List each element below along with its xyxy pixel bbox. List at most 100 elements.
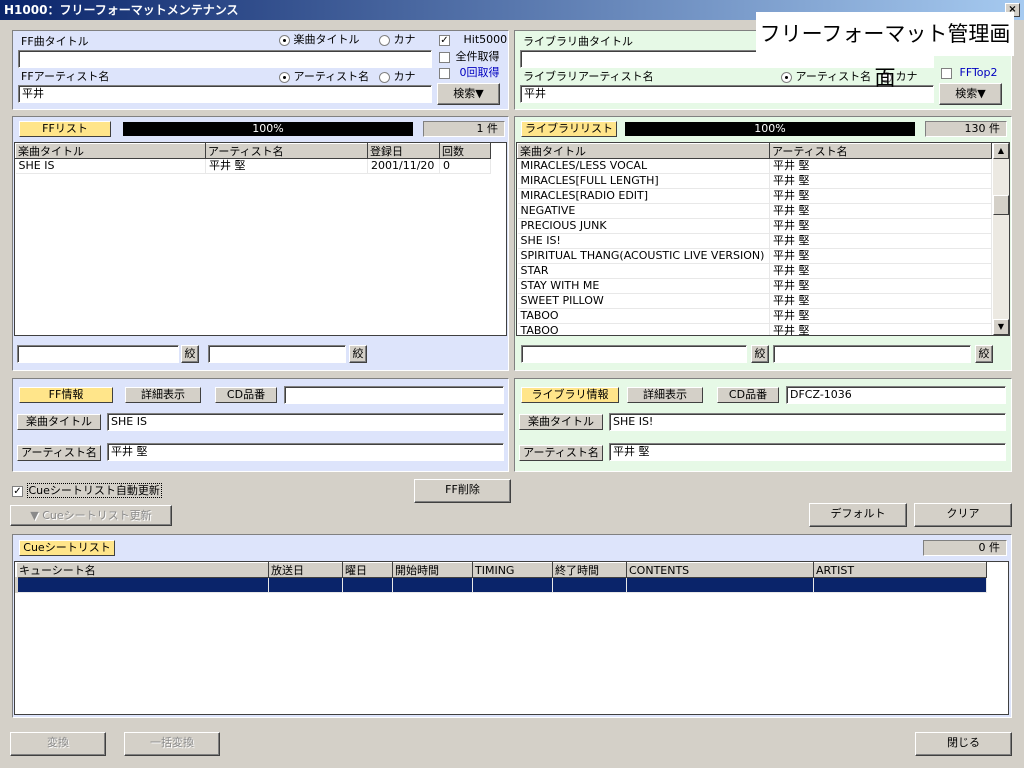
radio-icon[interactable] (379, 71, 390, 83)
lib-list-grid[interactable]: 楽曲タイトル アーティスト名 MIRACLES/LESS VOCAL 平井 堅 MI… (516, 142, 1010, 336)
table-row[interactable]: SHE IS 平井 堅 2001/11/20 0 (15, 158, 491, 174)
all-fetch-checkbox[interactable]: 全件取得 (439, 50, 500, 64)
table-row[interactable]: STAR 平井 堅 (517, 263, 992, 279)
cue-auto-update-checkbox[interactable]: ✓ Cueシートリスト自動更新 (12, 483, 162, 498)
ff-detail-button[interactable]: 詳細表示 (125, 387, 201, 403)
ff-list-count: 1 件 (423, 121, 505, 137)
cue-list-grid[interactable]: キューシート名 放送日 曜日 開始時間 TIMING 終了時間 CONTENTS… (14, 561, 1009, 715)
column-header[interactable]: アーティスト名 (205, 143, 368, 159)
radio-icon[interactable] (379, 34, 390, 46)
column-header[interactable]: ARTIST (813, 562, 987, 578)
column-header[interactable]: キューシート名 (16, 562, 269, 578)
table-cell: SHE IS! (517, 233, 770, 249)
table-row[interactable]: MIRACLES/LESS VOCAL 平井 堅 (517, 158, 992, 174)
hit5000-checkbox[interactable]: ✓ Hit5000 (439, 33, 507, 47)
ff-filter-button-2[interactable]: 絞 (349, 345, 367, 363)
table-row[interactable]: TABOO 平井 堅 (517, 308, 992, 324)
radio-selected-icon[interactable] (781, 71, 792, 83)
radio-selected-icon[interactable] (279, 71, 290, 83)
scroll-up-button[interactable]: ▲ (993, 143, 1009, 159)
table-cell: TABOO (517, 323, 770, 335)
lib-song-title-label: ライブラリ曲タイトル (523, 35, 633, 48)
lib-detail-button[interactable]: 詳細表示 (627, 387, 703, 403)
ff-list-label: FFリスト (19, 121, 111, 137)
lib-song-title-field[interactable]: SHE IS! (609, 413, 1006, 431)
scroll-down-button[interactable]: ▼ (993, 319, 1009, 335)
ff-filter-input-1[interactable] (17, 345, 179, 363)
table-row[interactable]: TABOO 平井 堅 (517, 323, 992, 335)
table-cell: STAR (517, 263, 770, 279)
table-row[interactable]: STAY WITH ME 平井 堅 (517, 278, 992, 294)
column-header[interactable]: TIMING (472, 562, 553, 578)
clear-button[interactable]: クリア (914, 503, 1012, 527)
lib-filter-button-2[interactable]: 絞 (975, 345, 993, 363)
table-cell: 0 (439, 158, 491, 174)
ff-search-button[interactable]: 検索▼ (437, 83, 500, 105)
table-row[interactable]: PRECIOUS JUNK 平井 堅 (517, 218, 992, 234)
ff-radio-artist-kana[interactable]: カナ (379, 70, 416, 84)
lib-filter-input-1[interactable] (521, 345, 747, 363)
lib-list-scrollbar[interactable]: ▲ ▼ (993, 143, 1009, 335)
ff-info-label: FF情報 (19, 387, 113, 403)
table-cell: 平井 堅 (205, 158, 368, 174)
ff-filter-input-2[interactable] (208, 345, 346, 363)
table-row[interactable]: NEGATIVE 平井 堅 (517, 203, 992, 219)
ff-cd-field[interactable] (284, 386, 504, 404)
ff-radio-song-title[interactable]: 楽曲タイトル (279, 33, 360, 47)
ff-song-title-field[interactable]: SHE IS (107, 413, 504, 431)
column-header[interactable]: 楽曲タイトル (517, 143, 770, 159)
close-button[interactable]: 閉じる (915, 732, 1012, 756)
ff-song-title-input[interactable] (18, 50, 432, 68)
lib-radio-artist-name[interactable]: アーティスト名 (781, 70, 871, 84)
column-header[interactable]: アーティスト名 (769, 143, 992, 159)
lib-filter-input-2[interactable] (773, 345, 971, 363)
ff-list-table: 楽曲タイトル アーティスト名 登録日 回数 SHE IS 平井 堅 2001/1… (15, 143, 491, 174)
convert-button[interactable]: 変換 (10, 732, 106, 756)
zero-fetch-checkbox[interactable]: 0回取得 (439, 66, 500, 80)
ff-radio-kana[interactable]: カナ (379, 33, 416, 47)
table-row[interactable]: SWEET PILLOW 平井 堅 (517, 293, 992, 309)
ff-artist-field[interactable]: 平井 堅 (107, 443, 504, 461)
ff-radio-artist-name[interactable]: アーティスト名 (279, 70, 369, 84)
ff-song-title-label: FF曲タイトル (21, 35, 89, 48)
column-header[interactable]: 開始時間 (392, 562, 473, 578)
ff-song-title-field-label: 楽曲タイトル (17, 414, 101, 430)
default-button[interactable]: デフォルト (809, 503, 907, 527)
ff-list-grid[interactable]: 楽曲タイトル アーティスト名 登録日 回数 SHE IS 平井 堅 2001/1… (14, 142, 507, 336)
checkbox-icon[interactable] (941, 67, 952, 79)
cue-list-label: Cueシートリスト (19, 540, 115, 556)
lib-cd-field[interactable]: DFCZ-1036 (786, 386, 1006, 404)
table-row[interactable]: SHE IS! 平井 堅 (517, 233, 992, 249)
lib-search-button[interactable]: 検索▼ (939, 83, 1002, 105)
column-header[interactable]: 放送日 (268, 562, 343, 578)
fftop2-checkbox[interactable]: FFTop2 (941, 66, 998, 80)
table-row[interactable]: MIRACLES[FULL LENGTH] 平井 堅 (517, 173, 992, 189)
bulk-convert-button[interactable]: 一括変換 (124, 732, 220, 756)
radio-selected-icon[interactable] (279, 34, 290, 46)
column-header[interactable]: 終了時間 (552, 562, 627, 578)
checkbox-icon[interactable] (439, 67, 450, 79)
checkbox-checked-icon[interactable]: ✓ (12, 485, 23, 497)
ff-delete-button[interactable]: FF削除 (414, 479, 511, 503)
column-header[interactable]: CONTENTS (626, 562, 814, 578)
scroll-thumb[interactable] (993, 195, 1009, 215)
ff-artist-field-label: アーティスト名 (17, 445, 101, 461)
checkbox-checked-icon[interactable]: ✓ (439, 34, 450, 46)
table-row[interactable]: MIRACLES[RADIO EDIT] 平井 堅 (517, 188, 992, 204)
column-header[interactable]: 登録日 (367, 143, 440, 159)
column-header[interactable]: 曜日 (342, 562, 393, 578)
lib-artist-field[interactable]: 平井 堅 (609, 443, 1006, 461)
lib-artist-input[interactable]: 平井 (520, 85, 934, 103)
cue-update-button[interactable]: ▼ Cueシートリスト更新 (10, 505, 172, 526)
table-cell: 平井 堅 (769, 158, 992, 174)
column-header[interactable]: 楽曲タイトル (15, 143, 206, 159)
table-row-selected[interactable] (15, 577, 987, 593)
checkbox-icon[interactable] (439, 51, 450, 63)
lib-filter-button-1[interactable]: 絞 (751, 345, 769, 363)
ff-artist-input[interactable]: 平井 (18, 85, 432, 103)
column-header[interactable]: 回数 (439, 143, 491, 159)
table-row[interactable]: SPIRITUAL THANG(ACOUSTIC LIVE VERSION) 平井… (517, 248, 992, 264)
ff-list-progress: 100% (123, 122, 413, 136)
ff-cd-label: CD品番 (215, 387, 277, 403)
ff-filter-button-1[interactable]: 絞 (181, 345, 199, 363)
